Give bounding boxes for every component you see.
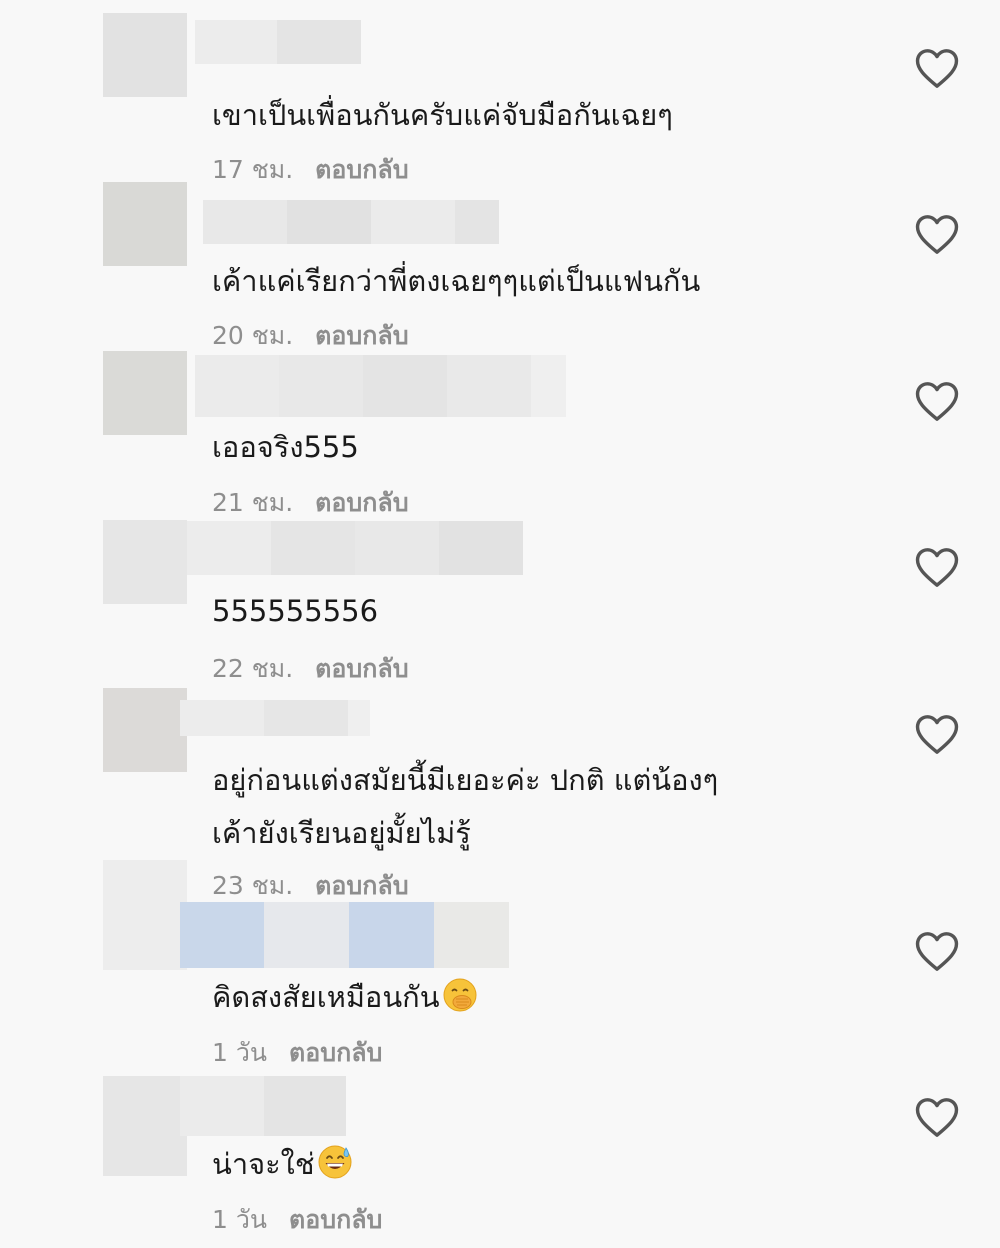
username-redacted[interactable] <box>203 200 499 244</box>
avatar[interactable] <box>103 182 187 266</box>
comment-text-line-2: เค้ายังเรียนอยู่มั้ยไม่รู้ <box>212 816 471 850</box>
reply-button[interactable]: ตอบกลับ <box>315 654 408 683</box>
username-redacted[interactable] <box>180 902 509 968</box>
comment-time: 22 ชม. <box>212 654 294 683</box>
comment-meta: 21 ชม. ตอบกลับ <box>212 483 409 523</box>
face-with-hand-over-mouth-icon <box>443 978 477 1012</box>
heart-outline-icon[interactable] <box>914 380 960 422</box>
comment-text: คิดสงสัยเหมือนกัน <box>212 972 478 1022</box>
comment-meta: 20 ชม. ตอบกลับ <box>212 316 409 356</box>
comment-text-line-1: อยู่ก่อนแต่งสมัยนี้มีเยอะค่ะ ปกติ แต่น้อ… <box>212 763 719 797</box>
comment-meta: 1 วัน ตอบกลับ <box>212 1200 382 1240</box>
heart-outline-icon[interactable] <box>914 930 960 972</box>
heart-outline-icon[interactable] <box>914 1096 960 1138</box>
avatar[interactable] <box>103 688 187 772</box>
comment-time: 20 ชม. <box>212 321 294 350</box>
comment-meta: 1 วัน ตอบกลับ <box>212 1033 382 1073</box>
reply-button[interactable]: ตอบกลับ <box>315 155 408 184</box>
comment-meta: 17 ชม. ตอบกลับ <box>212 150 409 190</box>
grinning-face-with-sweat-icon <box>318 1145 352 1179</box>
comment-time: 1 วัน <box>212 1205 267 1234</box>
avatar[interactable] <box>103 860 187 970</box>
reply-button[interactable]: ตอบกลับ <box>315 321 408 350</box>
reply-button[interactable]: ตอบกลับ <box>289 1205 382 1234</box>
avatar[interactable] <box>103 1076 187 1176</box>
heart-outline-icon[interactable] <box>914 546 960 588</box>
comment-time: 17 ชม. <box>212 155 294 184</box>
comment-text: น่าจะใช่ <box>212 1139 353 1189</box>
comment-text: เค้าแค่เรียกว่าพี่ตงเฉยๆๆแต่เป็นแฟนกัน <box>212 264 701 298</box>
reply-button[interactable]: ตอบกลับ <box>315 488 408 517</box>
username-redacted[interactable] <box>180 700 370 736</box>
heart-outline-icon[interactable] <box>914 47 960 89</box>
heart-outline-icon[interactable] <box>914 713 960 755</box>
comment-text: เออจริง555 <box>212 430 359 464</box>
comment-text: เขาเป็นเพื่อนกันครับแค่จับมือกันเฉยๆ <box>212 98 673 132</box>
comment-time: 21 ชม. <box>212 488 294 517</box>
username-redacted[interactable] <box>195 20 361 64</box>
comment-meta: 23 ชม. ตอบกลับ <box>212 866 409 906</box>
heart-outline-icon[interactable] <box>914 213 960 255</box>
username-redacted[interactable] <box>195 355 566 417</box>
comment-text: 555555556 <box>212 594 379 628</box>
reply-button[interactable]: ตอบกลับ <box>289 1038 382 1067</box>
avatar[interactable] <box>103 13 187 97</box>
username-redacted[interactable] <box>187 521 523 575</box>
avatar[interactable] <box>103 520 187 604</box>
comment-time: 23 ชม. <box>212 871 294 900</box>
username-redacted[interactable] <box>180 1076 346 1136</box>
comment-time: 1 วัน <box>212 1038 267 1067</box>
comment-meta: 22 ชม. ตอบกลับ <box>212 649 409 689</box>
avatar[interactable] <box>103 351 187 435</box>
reply-button[interactable]: ตอบกลับ <box>315 871 408 900</box>
